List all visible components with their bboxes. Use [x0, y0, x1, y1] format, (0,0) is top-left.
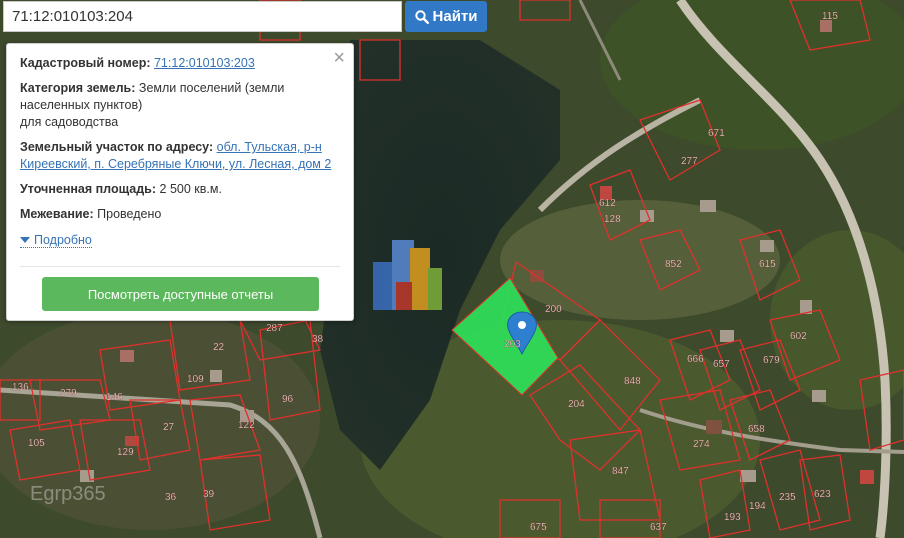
area-value: 2 500 кв.м.: [159, 182, 222, 196]
parcel-number-label: 279: [60, 388, 77, 399]
parcel-number-label: 204: [568, 399, 585, 410]
parcel-number-label: 671: [708, 128, 725, 139]
details-link[interactable]: Подробно: [20, 233, 92, 248]
parcel-number-label: 115: [822, 11, 838, 22]
parcel-number-label: 848: [624, 376, 641, 387]
parcel-info-popup: × Кадастровый номер: 71:12:010103:203 Ка…: [6, 43, 354, 321]
survey-value: Проведено: [97, 207, 162, 221]
category-value: для садоводства: [20, 115, 119, 129]
parcel-number-label: 623: [814, 489, 831, 500]
parcel-number-label: 146: [106, 392, 123, 403]
category-label: Категория земель:: [20, 81, 136, 95]
parcel-number-label: 235: [779, 492, 796, 503]
search-icon: [414, 9, 429, 24]
parcel-number-label: 852: [665, 259, 682, 270]
parcel-number-label: 128: [604, 214, 621, 225]
parcel-number-label: 675: [530, 522, 547, 533]
parcel-number-label: 612: [599, 198, 616, 209]
parcel-number-label: 39: [203, 489, 215, 500]
parcel-number-label: 96: [282, 394, 294, 405]
parcel-number-label: 194: [749, 501, 766, 512]
parcel-number-label: 22: [213, 342, 225, 353]
parcel-number-label: 193: [724, 512, 741, 523]
search-button[interactable]: Найти: [405, 1, 487, 32]
address-label: Земельный участок по адресу:: [20, 140, 214, 154]
search-input[interactable]: [3, 1, 402, 32]
search-button-label: Найти: [432, 8, 478, 25]
parcel-number-label: 203: [504, 339, 521, 350]
cadastral-label: Кадастровый номер:: [20, 56, 151, 70]
parcel-number-label: 277: [681, 156, 698, 167]
parcel-number-label: 136: [12, 382, 29, 393]
survey-label: Межевание:: [20, 207, 94, 221]
cadastral-number-link[interactable]: 71:12:010103:203: [154, 56, 255, 70]
parcel-number-label: 38: [312, 334, 324, 345]
parcel-number-label: 602: [790, 331, 807, 342]
parcel-number-label: 27: [163, 422, 175, 433]
parcel-number-label: 122: [238, 420, 255, 431]
view-reports-button[interactable]: Посмотреть доступные отчеты: [42, 277, 319, 311]
parcel-number-label: 679: [763, 355, 780, 366]
parcel-number-label: 274: [693, 439, 710, 450]
parcel-number-label: 615: [759, 259, 776, 270]
caret-down-icon: [20, 237, 30, 243]
parcel-number-label: 36: [165, 492, 177, 503]
parcel-number-label: 200: [545, 304, 562, 315]
address-link[interactable]: обл. Тульская, р-н: [217, 140, 322, 154]
parcel-number-label: 129: [117, 447, 134, 458]
category-value: Земли поселений (земли: [138, 81, 285, 95]
area-label: Уточненная площадь:: [20, 182, 157, 196]
watermark-text: Egrp365: [30, 483, 106, 505]
parcel-number-label: 109: [187, 374, 204, 385]
category-value: населенных пунктов): [20, 98, 143, 112]
parcel-number-label: 657: [713, 359, 730, 370]
parcel-number-label: 637: [650, 522, 667, 533]
close-icon[interactable]: ×: [333, 48, 345, 68]
parcel-number-label: 666: [687, 354, 704, 365]
parcel-number-label: 847: [612, 466, 629, 477]
parcel-number-label: 658: [748, 424, 765, 435]
divider: [20, 266, 340, 267]
address-link[interactable]: Киреевский, п. Серебряные Ключи, ул. Лес…: [20, 157, 331, 171]
parcel-number-label: 105: [28, 438, 45, 449]
parcel-number-label: 287: [266, 323, 283, 334]
details-link-label: Подробно: [34, 233, 92, 247]
